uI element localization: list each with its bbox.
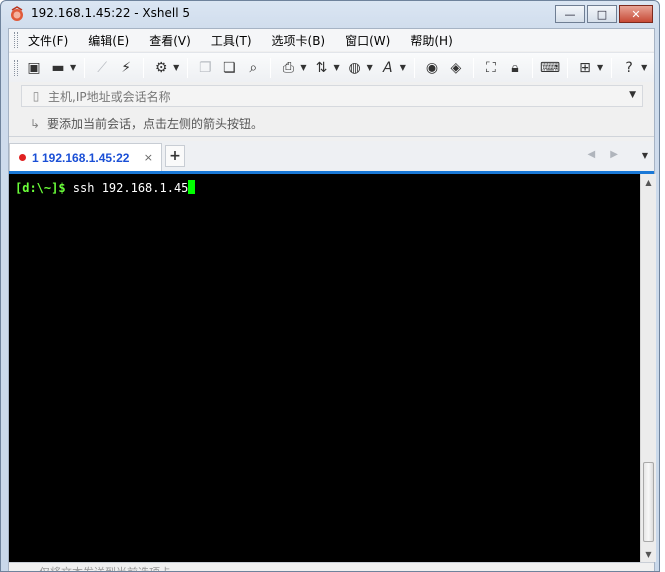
- fullscreen-icon[interactable]: ⛶: [480, 57, 502, 79]
- tab-bar: 1 192.168.1.45:22 × + ◀ ▶ ▼: [9, 141, 654, 171]
- globe-icon[interactable]: ◍: [344, 57, 366, 79]
- menu-file[interactable]: 文件(F): [22, 32, 74, 49]
- address-dropdown-icon[interactable]: ▼: [629, 90, 636, 100]
- toolbar-separator: [270, 57, 272, 78]
- font-icon[interactable]: A: [377, 57, 399, 79]
- transfer-icon[interactable]: ⇅: [310, 57, 332, 79]
- terminal-line: [d:\~]$ ssh 192.168.1.45: [15, 180, 196, 195]
- copy-icon[interactable]: ❐: [194, 57, 216, 79]
- toolbar-separator: [531, 57, 533, 78]
- xshell-window: 192.168.1.45:22 - Xshell 5 — □ ✕ 文件(F) 编…: [0, 0, 660, 572]
- tab-session-1[interactable]: 1 192.168.1.45:22 ×: [9, 143, 162, 171]
- menu-view[interactable]: 查看(V): [143, 32, 197, 49]
- menu-help[interactable]: 帮助(H): [404, 32, 458, 49]
- connection-status-icon: [19, 154, 26, 161]
- client-area: 文件(F) 编辑(E) 查看(V) 工具(T) 选项卡(B) 窗口(W) 帮助(…: [8, 28, 656, 571]
- new-session-icon[interactable]: ▣: [23, 57, 45, 79]
- desktop-edge: [661, 0, 665, 572]
- globe-dropdown-icon[interactable]: ▼: [367, 63, 373, 72]
- shell-prompt: [d:\~]$: [15, 181, 66, 195]
- print-dropdown-icon[interactable]: ▼: [300, 63, 306, 72]
- lock-icon[interactable]: 🔒︎: [504, 57, 526, 79]
- toolbar-separator: [611, 57, 613, 78]
- menu-edit[interactable]: 编辑(E): [82, 32, 135, 49]
- new-tab-button[interactable]: +: [165, 145, 185, 167]
- tab-close-icon[interactable]: ×: [144, 151, 153, 164]
- hint-text: 要添加当前会话，点击左侧的箭头按钮。: [47, 117, 264, 131]
- font-dropdown-icon[interactable]: ▼: [400, 63, 406, 72]
- new-tab-icon[interactable]: ⊞: [574, 57, 596, 79]
- tab-scroll-arrows-icon[interactable]: ◀ ▶: [587, 149, 624, 160]
- terminal-area[interactable]: [d:\~]$ ssh 192.168.1.45: [9, 174, 640, 562]
- toolbar-separator: [143, 57, 145, 78]
- maximize-button[interactable]: □: [587, 5, 617, 23]
- menu-tabs[interactable]: 选项卡(B): [266, 32, 332, 49]
- transfer-dropdown-icon[interactable]: ▼: [333, 63, 339, 72]
- compose-bar: 仅将文本发送到当前选项卡: [9, 562, 654, 571]
- address-placeholder: 主机,IP地址或会话名称: [48, 89, 171, 104]
- scroll-up-icon[interactable]: ▲: [641, 174, 656, 190]
- open-folder-icon[interactable]: ▬: [47, 57, 69, 79]
- add-session-arrow-icon[interactable]: ↳: [27, 116, 43, 132]
- minimize-button[interactable]: —: [555, 5, 585, 23]
- tab-list-dropdown-icon[interactable]: ▼: [642, 151, 648, 160]
- session-icon: ▯: [32, 89, 40, 103]
- print-icon[interactable]: ⎙: [277, 57, 299, 79]
- menu-window[interactable]: 窗口(W): [339, 32, 396, 49]
- terminal-cursor: [188, 180, 196, 194]
- toolbar-separator: [187, 57, 189, 78]
- address-input[interactable]: ▯ 主机,IP地址或会话名称 ▼: [21, 85, 643, 107]
- disconnect-icon[interactable]: ⟋: [91, 57, 113, 79]
- find-icon[interactable]: ⌕: [242, 57, 264, 79]
- menu-bar: 文件(F) 编辑(E) 查看(V) 工具(T) 选项卡(B) 窗口(W) 帮助(…: [9, 29, 654, 51]
- help-icon[interactable]: ?: [618, 57, 640, 79]
- close-button[interactable]: ✕: [619, 5, 653, 23]
- menu-tools[interactable]: 工具(T): [205, 32, 258, 49]
- properties-dropdown-icon[interactable]: ▼: [173, 63, 179, 72]
- toolbar-separator: [84, 57, 86, 78]
- compose-bar-text: 仅将文本发送到当前选项卡: [39, 564, 171, 571]
- typed-command: ssh 192.168.1.45: [65, 181, 189, 195]
- window-title: 192.168.1.45:22 - Xshell 5: [31, 6, 191, 20]
- xftp-icon[interactable]: ◉: [421, 57, 443, 79]
- window-controls: — □ ✕: [555, 5, 653, 23]
- reconnect-icon[interactable]: ⚡: [115, 57, 137, 79]
- title-bar[interactable]: 192.168.1.45:22 - Xshell 5 — □ ✕: [1, 1, 659, 27]
- toolbar-separator: [413, 57, 415, 78]
- terminal-scrollbar[interactable]: ▲ ▼: [640, 174, 656, 562]
- tab-label: 1 192.168.1.45:22: [32, 150, 130, 165]
- scroll-down-icon[interactable]: ▼: [641, 546, 656, 562]
- toolbar-separator: [472, 57, 474, 78]
- new-tab-dropdown-icon[interactable]: ▼: [597, 63, 603, 72]
- toolbar: ▣ ▬ ▼ ⟋ ⚡ ⚙ ▼ ❐ ❏ ⌕ ⎙ ▼ ⇅ ▼ ◍ ▼ A ▼ ◉ ◈: [9, 52, 654, 82]
- open-dropdown-icon[interactable]: ▼: [70, 63, 76, 72]
- xshell-logo-icon: [11, 6, 23, 21]
- toolbar-grip[interactable]: [14, 59, 18, 76]
- toolbar-separator: [566, 57, 568, 78]
- menubar-grip[interactable]: [14, 32, 18, 48]
- paste-icon[interactable]: ❏: [218, 57, 240, 79]
- hint-bar: ↳ 要添加当前会话，点击左侧的箭头按钮。: [9, 111, 654, 137]
- scrollbar-thumb[interactable]: [643, 462, 654, 542]
- properties-icon[interactable]: ⚙: [150, 57, 172, 79]
- help-dropdown-icon[interactable]: ▼: [641, 63, 647, 72]
- xmanager-icon[interactable]: ◈: [445, 57, 467, 79]
- keyboard-icon[interactable]: ⌨: [539, 57, 561, 79]
- address-bar: ▯ 主机,IP地址或会话名称 ▼: [9, 83, 654, 109]
